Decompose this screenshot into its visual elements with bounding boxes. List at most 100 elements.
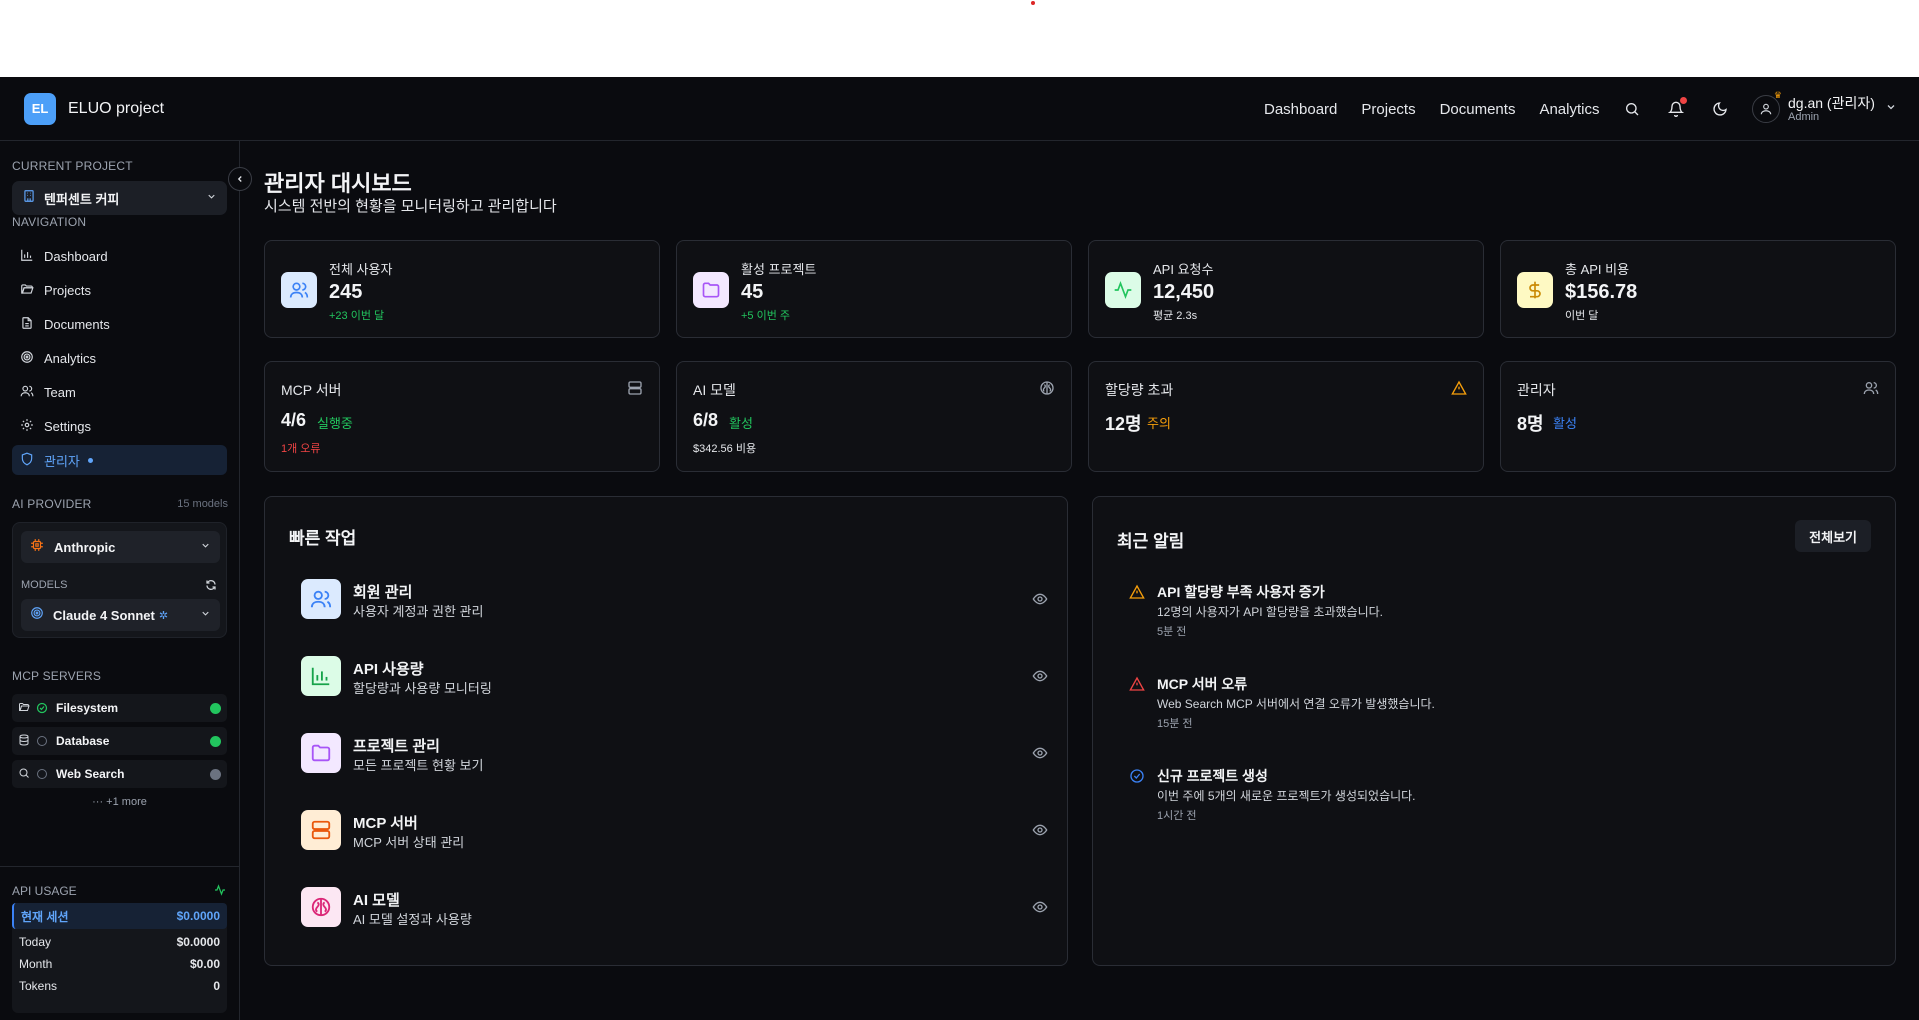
eye-icon[interactable] bbox=[1032, 745, 1048, 766]
stat-label: MCP 서버 bbox=[281, 382, 342, 398]
quick-actions-panel: 빠른 작업 회원 관리 사용자 계정과 권한 관리 API 사용량 할당량과 사… bbox=[264, 496, 1068, 966]
mcp-item-database[interactable]: Database bbox=[12, 727, 227, 755]
quick-action-title: 회원 관리 bbox=[353, 584, 413, 601]
users-icon bbox=[20, 384, 34, 401]
stat-card-quota-exceeded: 할당량 초과 12명 주의 bbox=[1088, 361, 1484, 472]
sidebar-item-settings[interactable]: Settings bbox=[12, 411, 227, 441]
model-select[interactable]: Claude 4 Sonnet ✲ bbox=[21, 599, 220, 631]
document-icon bbox=[20, 316, 34, 333]
brand[interactable]: EL ELUO project bbox=[24, 92, 164, 125]
bell-icon[interactable] bbox=[1666, 97, 1687, 119]
status-indicator bbox=[210, 768, 221, 780]
users-icon bbox=[301, 579, 341, 619]
api-usage-title: API USAGE bbox=[12, 884, 77, 898]
project-select-label: 텐퍼센트 커피 bbox=[44, 191, 120, 207]
user-menu[interactable]: ♛ dg.an (관리자) Admin bbox=[1752, 90, 1897, 127]
chevron-down-icon bbox=[1885, 100, 1897, 118]
user-role: Admin bbox=[1788, 110, 1820, 123]
quick-action-api-usage[interactable]: API 사용량 할당량과 사용량 모니터링 bbox=[301, 656, 1048, 700]
eye-icon[interactable] bbox=[1032, 668, 1048, 689]
view-all-button[interactable]: 전체보기 bbox=[1795, 520, 1871, 552]
notification-title: MCP 서버 오류 bbox=[1157, 676, 1248, 692]
quick-action-title: AI 모델 bbox=[353, 892, 400, 909]
notification-time: 15분 전 bbox=[1157, 718, 1193, 730]
sidebar-item-dashboard[interactable]: Dashboard bbox=[12, 241, 227, 271]
target-icon bbox=[20, 350, 34, 367]
dollar-icon bbox=[1517, 272, 1553, 308]
sidebar-item-documents[interactable]: Documents bbox=[12, 309, 227, 339]
provider-label: Anthropic bbox=[54, 539, 116, 555]
topnav-documents[interactable]: Documents bbox=[1440, 101, 1516, 118]
users-icon bbox=[1863, 380, 1879, 401]
quick-action-members[interactable]: 회원 관리 사용자 계정과 권한 관리 bbox=[301, 579, 1048, 623]
topnav-dashboard[interactable]: Dashboard bbox=[1264, 101, 1337, 118]
sidebar-item-projects[interactable]: Projects bbox=[12, 275, 227, 305]
notifications-panel: 최근 알림 전체보기 API 할당량 부족 사용자 증가 12명의 사용자가 A… bbox=[1092, 496, 1896, 966]
stat-card-api-requests: API 요청수 12,450 평균 2.3s bbox=[1088, 240, 1484, 338]
eye-icon[interactable] bbox=[1032, 591, 1048, 612]
stat-status: 실행중 bbox=[317, 416, 353, 431]
quick-action-ai-models[interactable]: AI 모델 AI 모델 설정과 사용량 bbox=[301, 887, 1048, 931]
stat-value: 8명 bbox=[1517, 414, 1544, 434]
stat-value: $156.78 bbox=[1565, 281, 1638, 303]
sidebar-item-label: Settings bbox=[44, 418, 91, 434]
stat-sub: 1개 오류 bbox=[281, 443, 321, 455]
quick-action-title: MCP 서버 bbox=[353, 815, 418, 832]
quick-action-mcp-servers[interactable]: MCP 서버 MCP 서버 상태 관리 bbox=[301, 810, 1048, 854]
project-select[interactable]: 텐퍼센트 커피 bbox=[12, 181, 227, 215]
stat-card-users: 전체 사용자 245 +23 이번 달 bbox=[264, 240, 660, 338]
provider-select[interactable]: Anthropic bbox=[21, 531, 220, 563]
topnav-projects[interactable]: Projects bbox=[1361, 101, 1415, 118]
top-header: EL ELUO project Dashboard Projects Docum… bbox=[0, 77, 1919, 141]
stat-sub: $342.56 비용 bbox=[693, 443, 757, 455]
moon-icon[interactable] bbox=[1710, 99, 1730, 119]
quick-action-desc: MCP 서버 상태 관리 bbox=[353, 835, 465, 850]
bar-chart-icon bbox=[20, 248, 34, 265]
database-icon bbox=[18, 734, 30, 749]
sidebar-nav: Dashboard Projects Documents Analytics T… bbox=[12, 241, 227, 479]
usage-session-value: $0.0000 bbox=[176, 909, 220, 923]
stat-value: 4/6 bbox=[281, 410, 307, 430]
collapse-sidebar-button[interactable] bbox=[228, 167, 252, 191]
models-count: 15 models bbox=[177, 498, 228, 510]
check-circle-icon bbox=[36, 702, 48, 714]
building-icon bbox=[22, 189, 36, 208]
topnav-analytics[interactable]: Analytics bbox=[1539, 101, 1599, 118]
model-label: Claude 4 Sonnet bbox=[53, 607, 155, 623]
users-icon bbox=[281, 272, 317, 308]
panel-title: 최근 알림 bbox=[1117, 532, 1185, 551]
sidebar-item-label: 관리자 bbox=[44, 453, 80, 469]
sidebar-item-label: Analytics bbox=[44, 350, 97, 366]
main-content: 관리자 대시보드 시스템 전반의 현황을 모니터링하고 관리합니다 전체 사용자… bbox=[240, 141, 1919, 1020]
server-icon bbox=[627, 380, 643, 401]
brain-icon bbox=[301, 887, 341, 927]
page-subtitle: 시스템 전반의 현황을 모니터링하고 관리합니다 bbox=[264, 198, 557, 215]
notification-time: 1시간 전 bbox=[1157, 810, 1197, 822]
quick-action-projects[interactable]: 프로젝트 관리 모든 프로젝트 현황 보기 bbox=[301, 733, 1048, 777]
refresh-icon[interactable] bbox=[205, 578, 217, 596]
eye-icon[interactable] bbox=[1032, 899, 1048, 920]
eye-icon[interactable] bbox=[1032, 822, 1048, 843]
stat-label: API 요청수 bbox=[1153, 262, 1214, 277]
stat-status: 활성 bbox=[729, 416, 753, 431]
models-title: MODELS bbox=[21, 579, 68, 591]
chip-icon bbox=[30, 538, 44, 557]
warning-icon bbox=[1129, 584, 1145, 605]
usage-session-row: 현재 세션 $0.0000 bbox=[12, 903, 227, 929]
server-icon bbox=[301, 810, 341, 850]
notification-desc: 이번 주에 5개의 새로운 프로젝트가 생성되었습니다. bbox=[1157, 789, 1416, 803]
divider bbox=[0, 866, 239, 867]
mcp-item-label: Filesystem bbox=[56, 701, 119, 715]
search-icon[interactable] bbox=[1622, 99, 1642, 119]
stat-label: AI 모델 bbox=[693, 382, 736, 398]
stat-card-projects: 활성 프로젝트 45 +5 이번 주 bbox=[676, 240, 1072, 338]
sparkle-icon: ✲ bbox=[158, 609, 169, 622]
more-servers-link[interactable]: ··· +1 more bbox=[12, 796, 227, 808]
sidebar-item-team[interactable]: Team bbox=[12, 377, 227, 407]
stat-value: 6/8 bbox=[693, 410, 719, 430]
mcp-item-web-search[interactable]: Web Search bbox=[12, 760, 227, 788]
mcp-item-filesystem[interactable]: Filesystem bbox=[12, 694, 227, 722]
mcp-item-label: Database bbox=[56, 734, 110, 748]
sidebar-item-analytics[interactable]: Analytics bbox=[12, 343, 227, 373]
sidebar-item-admin[interactable]: 관리자 bbox=[12, 445, 227, 475]
